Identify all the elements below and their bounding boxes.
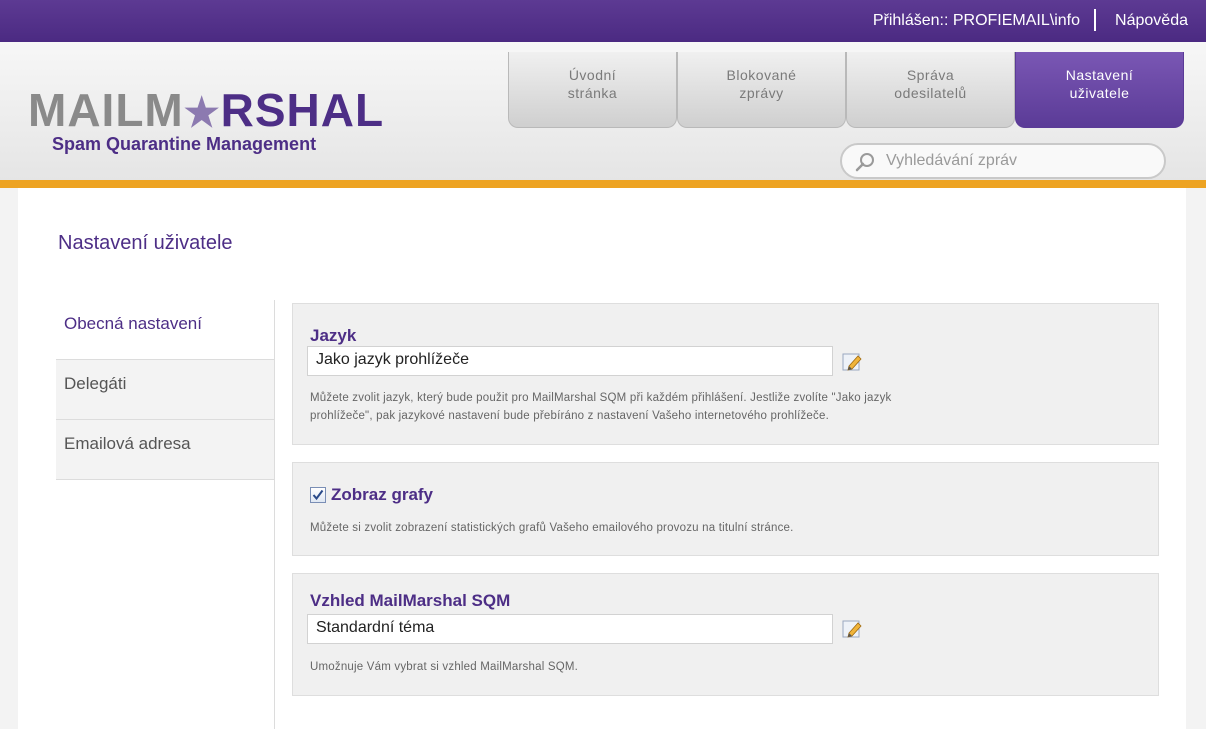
tab-home-label-2: stránka xyxy=(567,85,618,101)
tab-blocked-messages[interactable]: Blokované zprávy xyxy=(677,52,846,128)
mailmarshal-logo[interactable]: MAILM★RSHAL xyxy=(28,87,384,136)
language-section: Jazyk Jako jazyk prohlížeče Můžete zvoli… xyxy=(292,303,1159,445)
edit-language-icon[interactable] xyxy=(841,351,863,373)
tab-senders-label-2: odesilatelů xyxy=(894,85,967,101)
header-accent-bar xyxy=(0,180,1206,188)
sidebar-item-general[interactable]: Obecná nastavení xyxy=(56,300,274,360)
logo-text-part2: RSHAL xyxy=(220,84,385,136)
graphs-section: Zobraz grafy Můžete si zvolit zobrazení … xyxy=(292,462,1159,556)
language-description-1: Můžete zvolit jazyk, který bude použit p… xyxy=(310,392,892,404)
settings-sidebar: Obecná nastavení Delegáti Emailová adres… xyxy=(56,300,275,729)
theme-title: Vzhled MailMarshal SQM xyxy=(310,591,511,610)
tab-home-label-1: Úvodní xyxy=(568,67,617,83)
tab-senders-label-1: Správa xyxy=(906,67,955,83)
header: MAILM★RSHAL Spam Quarantine Management Ú… xyxy=(0,42,1206,188)
search-placeholder: Vyhledávání zpráv xyxy=(886,152,1018,169)
theme-section: Vzhled MailMarshal SQM Standardní téma U… xyxy=(292,573,1159,696)
language-description-2: prohlížeče", pak jazykové nastavení bude… xyxy=(310,410,829,422)
logged-in-user: Přihlášen:: PROFIEMAIL\info xyxy=(872,12,1080,29)
logo-text-part1: MAILM xyxy=(28,84,184,136)
theme-field[interactable]: Standardní téma xyxy=(307,614,833,644)
main-content: Nastavení uživatele Obecná nastavení Del… xyxy=(18,188,1186,729)
search-icon xyxy=(855,153,874,172)
page-title: Nastavení uživatele xyxy=(58,232,233,254)
main-tabs: Úvodní stránka Blokované zprávy Správa o… xyxy=(508,52,1184,128)
language-field[interactable]: Jako jazyk prohlížeče xyxy=(307,346,833,376)
edit-theme-icon[interactable] xyxy=(841,618,863,640)
tab-blocked-label-2: zprávy xyxy=(739,85,784,101)
checkmark-icon xyxy=(312,489,324,501)
help-link[interactable]: Nápověda xyxy=(1115,12,1188,30)
sidebar-item-delegates[interactable]: Delegáti xyxy=(56,360,274,420)
theme-description: Umožnuje Vám vybrat si vzhled MailMarsha… xyxy=(310,661,579,673)
top-bar: Přihlášen:: PROFIEMAIL\info Nápověda xyxy=(0,0,1206,42)
graphs-description: Můžete si zvolit zobrazení statistických… xyxy=(310,522,794,534)
tab-settings-label-2: uživatele xyxy=(1069,85,1130,101)
tab-home[interactable]: Úvodní stránka xyxy=(508,52,677,128)
topbar-separator xyxy=(1094,9,1096,31)
tab-sender-management[interactable]: Správa odesilatelů xyxy=(846,52,1015,128)
language-title: Jazyk xyxy=(310,326,357,345)
search-input[interactable]: Vyhledávání zpráv xyxy=(840,143,1166,179)
show-graphs-checkbox[interactable] xyxy=(310,487,326,503)
sidebar-item-email-address[interactable]: Emailová adresa xyxy=(56,420,274,480)
tab-user-settings[interactable]: Nastavení uživatele xyxy=(1015,52,1184,128)
tab-blocked-label-1: Blokované xyxy=(726,67,797,83)
tab-settings-label-1: Nastavení xyxy=(1065,67,1134,83)
show-graphs-label[interactable]: Zobraz grafy xyxy=(331,485,433,505)
logo-star-icon: ★ xyxy=(183,91,221,135)
logo-tagline: Spam Quarantine Management xyxy=(52,134,317,154)
